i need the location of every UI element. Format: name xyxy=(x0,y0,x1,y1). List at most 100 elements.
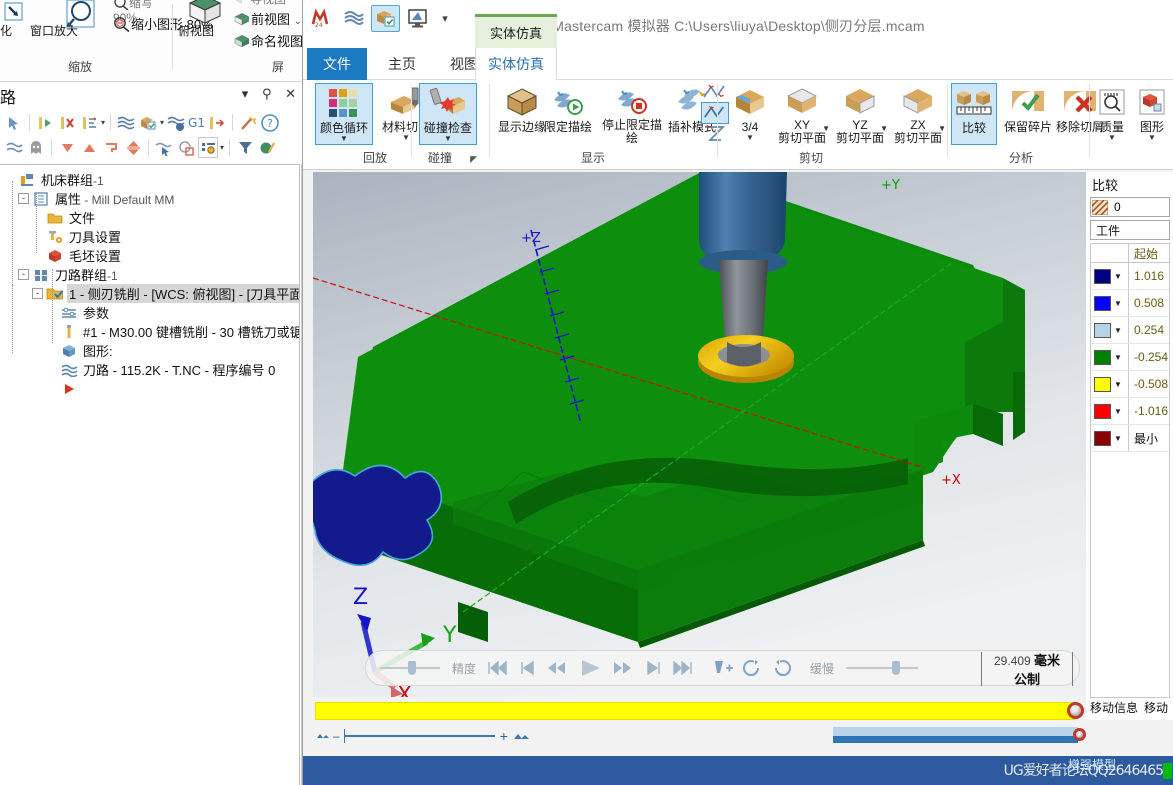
accuracy-slider-knob[interactable] xyxy=(408,661,416,675)
step-back-start-icon[interactable] xyxy=(514,655,542,681)
tree-item[interactable]: #1 - M30.00 键槽铣削 - 30 槽铣刀或锯式刀 xyxy=(0,322,299,341)
accuracy-slider[interactable] xyxy=(380,661,440,675)
chevron-down-icon[interactable]: ▼ xyxy=(1108,134,1116,142)
tab-home[interactable]: 主页 xyxy=(373,48,431,80)
toolpath-wave-icon[interactable] xyxy=(4,137,24,158)
filter-icon[interactable] xyxy=(235,137,255,158)
skip-to-end-icon[interactable] xyxy=(670,655,698,681)
fast-forward-icon[interactable] xyxy=(610,655,638,681)
single-loop-icon[interactable] xyxy=(768,655,796,681)
geometry-save-button[interactable]: 图形 ▼ xyxy=(1133,83,1171,145)
tree-item[interactable]: - 刀路群组-1 xyxy=(0,265,299,284)
legend-color-swatch[interactable] xyxy=(1094,403,1111,419)
compare-button[interactable]: 比较 xyxy=(951,83,997,145)
add-tool-icon[interactable] xyxy=(708,655,736,681)
ghost-icon[interactable] xyxy=(26,137,46,158)
regen-toolpath-icon[interactable] xyxy=(35,112,55,133)
move-up-icon[interactable] xyxy=(79,137,99,158)
tree-item[interactable]: 图形: xyxy=(0,341,299,360)
expand-collapse-icon[interactable] xyxy=(123,137,143,158)
tree-item[interactable]: 刀路 - 115.2K - T.NC - 程序编号 0 xyxy=(0,360,299,379)
chevron-down-icon[interactable]: ▼ xyxy=(444,135,452,143)
play-icon[interactable] xyxy=(574,655,608,681)
chevron-down-icon[interactable]: ▼ xyxy=(402,134,410,142)
speed-slider-knob[interactable] xyxy=(892,661,901,675)
sort-toolpath-icon[interactable] xyxy=(79,112,99,133)
legend-color-cell[interactable]: ▼ xyxy=(1091,317,1129,343)
yz-cut-plane-button[interactable]: YZ 剪切平面 ▼ xyxy=(831,83,889,145)
collision-check-button[interactable]: 碰撞检查 ▼ xyxy=(419,83,477,145)
toolpath-wave-icon[interactable] xyxy=(339,5,368,32)
legend-row[interactable]: ▼ -1.016 xyxy=(1091,398,1169,425)
xy-cut-plane-button[interactable]: XY 剪切平面 ▼ xyxy=(773,83,831,145)
chevron-down-icon[interactable]: ▼ xyxy=(1114,434,1122,443)
zoom-plus-label[interactable]: + xyxy=(500,728,508,744)
globe-pencil-icon[interactable] xyxy=(257,137,277,158)
backplot-icon[interactable] xyxy=(116,112,136,133)
zoom-small-icon[interactable] xyxy=(315,729,329,744)
legend-color-swatch[interactable] xyxy=(1094,430,1111,446)
legend-row[interactable]: ▼ 0.254 xyxy=(1091,317,1169,344)
move-down-icon[interactable] xyxy=(57,137,77,158)
color-loop-button[interactable]: 颜色循环 ▼ xyxy=(315,83,373,145)
tree-item[interactable]: 文件 xyxy=(0,208,299,227)
zoom-large-icon[interactable] xyxy=(513,729,529,744)
chevron-down-icon[interactable]: ▼ xyxy=(1148,134,1156,142)
tree-item[interactable] xyxy=(0,379,299,398)
delete-toolpath-icon[interactable] xyxy=(57,112,77,133)
chevron-down-icon[interactable]: ▼ xyxy=(938,125,946,133)
chevron-down-icon[interactable]: ▼ xyxy=(340,135,348,143)
close-icon[interactable]: ✕ xyxy=(285,86,296,101)
limit-draw-button[interactable]: 限定描绘 xyxy=(539,83,597,145)
chevron-down-icon[interactable]: ▼ xyxy=(1114,407,1122,416)
transfer-toolpath-icon[interactable] xyxy=(207,112,227,133)
target-field[interactable]: 工件 xyxy=(1090,220,1170,240)
legend-color-cell[interactable]: ▼ xyxy=(1091,263,1129,289)
tab-solid-verify[interactable]: 实体仿真 xyxy=(475,48,557,81)
loop-icon[interactable] xyxy=(738,655,766,681)
chevron-down-icon[interactable]: ▼ xyxy=(1114,380,1122,389)
pin-icon[interactable]: ⚲ xyxy=(262,86,272,101)
legend-color-cell[interactable]: ▼ xyxy=(1091,290,1129,316)
mastercam-logo-icon[interactable]: 24 xyxy=(307,5,336,32)
select-toolpath-icon[interactable] xyxy=(154,137,174,158)
collision-dialog-launcher-icon[interactable]: ◤ xyxy=(470,154,477,165)
legend-color-cell[interactable]: ▼ xyxy=(1091,425,1129,451)
tree-item[interactable]: - 属性 - Mill Default MM xyxy=(0,189,299,208)
legend-color-swatch[interactable] xyxy=(1094,349,1111,365)
legend-color-swatch[interactable] xyxy=(1094,295,1111,311)
move-info-label[interactable]: 移动信息 xyxy=(1090,699,1138,716)
list-settings-icon[interactable] xyxy=(198,137,218,158)
rewind-icon[interactable] xyxy=(544,655,572,681)
simulation-progress-track[interactable] xyxy=(315,702,1084,720)
front-view-item[interactable]: 前视图 ⌄ xyxy=(234,9,302,28)
mass-button[interactable]: 质量 ▼ xyxy=(1093,83,1131,145)
toolpath-tree[interactable]: 机床群组-1 - 属性 - Mill Default MM 文件 刀具设置 毛坯设置 - 刀路… xyxy=(0,164,300,785)
chevron-down-icon[interactable]: ▼ xyxy=(1114,326,1122,335)
chevron-down-icon[interactable]: ▼ xyxy=(880,125,888,133)
chevron-down-icon[interactable]: ▼ xyxy=(822,125,830,133)
screen-capture-icon[interactable] xyxy=(403,5,432,32)
verify-solid-icon[interactable] xyxy=(371,4,400,32)
move-progress-track[interactable] xyxy=(833,727,1086,743)
tree-expander[interactable]: - xyxy=(32,288,43,299)
select-arrow-icon[interactable] xyxy=(4,112,24,133)
tree-item[interactable]: 毛坯设置 xyxy=(0,246,299,265)
speed-slider[interactable] xyxy=(846,661,919,675)
chevron-down-icon[interactable]: ▼ xyxy=(1114,272,1122,281)
tree-expander[interactable]: - xyxy=(18,193,29,204)
legend-row[interactable]: ▼ 1.016 xyxy=(1091,263,1169,290)
legend-color-swatch[interactable] xyxy=(1094,376,1111,392)
chevron-down-icon[interactable]: ▼ xyxy=(1114,353,1122,362)
magic-wand-icon[interactable] xyxy=(238,112,258,133)
legend-row[interactable]: ▼ 最小 xyxy=(1091,425,1169,452)
toolbar-caret-icon[interactable]: ▾ xyxy=(101,118,105,127)
tree-item[interactable]: 刀具设置 xyxy=(0,227,299,246)
move-label[interactable]: 移动 xyxy=(1144,699,1168,716)
chevron-down-icon[interactable]: ▾ xyxy=(242,86,249,101)
step-forward-icon[interactable] xyxy=(640,655,668,681)
zoom-slider-line[interactable] xyxy=(344,735,495,737)
keep-chips-button[interactable]: 保留碎片 xyxy=(999,83,1057,145)
help-icon[interactable]: ? xyxy=(260,112,280,133)
tree-item[interactable]: - 1 - 侧刃铣削 - [WCS: 俯视图] - [刀具平面: 俯视 xyxy=(0,284,299,303)
